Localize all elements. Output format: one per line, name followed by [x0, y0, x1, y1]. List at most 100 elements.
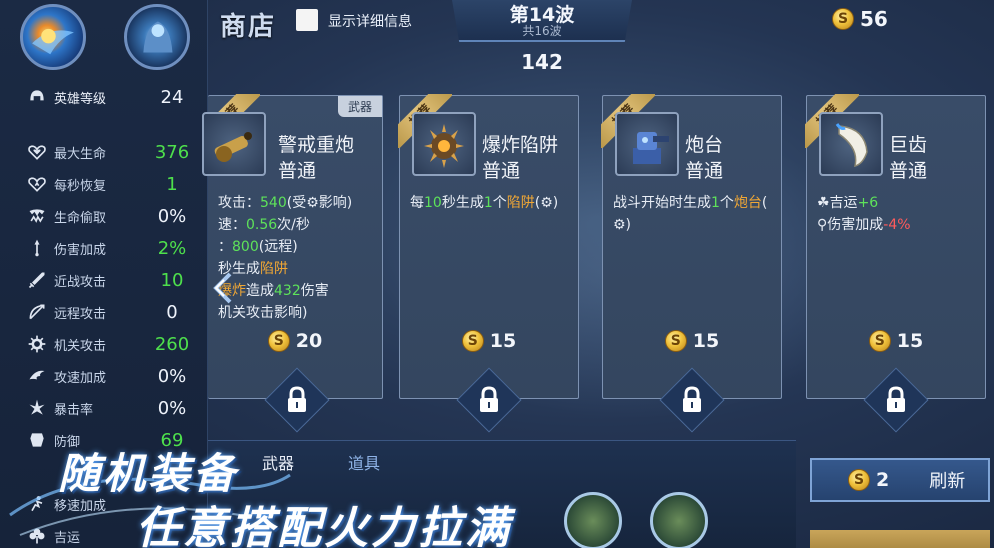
item-name: 炮台 — [685, 134, 724, 156]
coin-icon: S — [832, 8, 854, 30]
stat-value: 24 — [160, 86, 184, 108]
inventory-slot[interactable] — [564, 492, 622, 548]
shop-item-card[interactable]: 推荐巨齿普通☘吉运+6⚲伤害加成-4%S15 — [805, 94, 986, 433]
desc-segment: 0.56 — [246, 217, 278, 233]
stat-row: 伤害加成 2% — [26, 235, 196, 261]
stat-value: 0 — [166, 301, 178, 323]
desc-segment: (远程) — [258, 239, 298, 255]
item-name: 巨齿 — [889, 134, 928, 156]
desc-segment: 1 — [483, 195, 493, 211]
desc-segment: 陷阱 — [260, 261, 288, 277]
stat-value: 0% — [157, 205, 187, 227]
desc-segment: 伤害 — [300, 283, 329, 299]
stat-value: 0% — [157, 365, 187, 387]
sword-icon — [26, 269, 48, 291]
chevron-left-icon — [213, 272, 232, 304]
wing-icon — [26, 365, 48, 387]
desc-line: 机关攻击影响) — [218, 302, 380, 324]
fang-item-icon — [819, 112, 883, 176]
bow-icon — [26, 301, 48, 323]
desc-segment: 攻击： — [218, 195, 260, 211]
stat-row: 每秒恢复 1 — [26, 171, 196, 197]
turret-icon — [615, 112, 679, 176]
companion-avatar[interactable] — [124, 4, 190, 70]
stat-label: 暴击率 — [54, 402, 94, 418]
desc-segment: 540 — [260, 195, 287, 211]
desc-segment: ⚙ — [306, 195, 319, 211]
desc-segment: ： — [218, 239, 232, 255]
desc-segment: 每 — [410, 195, 424, 211]
price-value: 20 — [295, 330, 323, 352]
desc-segment: 影响) — [318, 195, 353, 211]
desc-line: 战斗开始时生成1个炮台( — [613, 192, 775, 214]
fang-icon — [26, 205, 48, 227]
lock-icon — [288, 386, 306, 412]
coin-icon: S — [664, 330, 687, 352]
gold-display: S 56 — [832, 7, 888, 31]
item-price: S 15 — [603, 330, 781, 352]
item-price: S 15 — [400, 330, 578, 352]
desc-segment: ( — [761, 195, 768, 211]
desc-segment: 炮台 — [733, 195, 762, 211]
desc-line: 秒生成陷阱 — [218, 258, 380, 280]
price-value: 15 — [489, 330, 517, 352]
continue-button[interactable] — [810, 530, 990, 548]
item-rarity: 普通 — [685, 160, 724, 182]
shop-item-card[interactable]: 推荐炮台普通战斗开始时生成1个炮台(⚙)S15 — [601, 94, 782, 433]
collapse-panel-arrow[interactable] — [208, 266, 238, 310]
lock-icon — [887, 386, 905, 412]
price-value: 15 — [896, 330, 924, 352]
desc-segment: ☘吉运 — [817, 195, 858, 211]
desc-segment: 1 — [711, 195, 720, 211]
coin-icon: S — [868, 330, 891, 352]
tab-items[interactable]: 道具 — [348, 450, 380, 474]
shop-item-card[interactable]: 推荐武器警戒重炮普通攻击：540(受⚙影响)速：0.56次/秒：800(远程)秒… — [202, 94, 383, 433]
helmet-icon — [26, 86, 48, 108]
item-price: S 20 — [208, 330, 382, 352]
stat-value: 2% — [157, 237, 187, 259]
desc-segment: ⚲伤害加成 — [817, 217, 884, 233]
heart-regen-icon — [26, 173, 48, 195]
desc-segment: 造成 — [246, 283, 274, 299]
stat-label: 攻速加成 — [54, 370, 107, 386]
crit-icon — [26, 397, 48, 419]
stat-value: 10 — [160, 269, 184, 291]
item-description: 战斗开始时生成1个炮台( ⚙) — [613, 192, 775, 236]
item-description: 攻击：540(受⚙影响) 速：0.56次/秒 ：800(远程) 秒生成陷阱 爆炸造成43… — [218, 192, 380, 324]
stat-value: 1 — [166, 173, 178, 195]
detail-info-checkbox[interactable] — [296, 9, 318, 31]
inventory-slot[interactable] — [650, 492, 708, 548]
refresh-cost: 2 — [876, 469, 890, 491]
stat-label: 每秒恢复 — [54, 178, 107, 194]
desc-segment: 速： — [218, 217, 246, 233]
desc-segment: ⚙) — [613, 217, 632, 233]
desc-line: ⚙) — [613, 214, 775, 236]
stat-row: 机关攻击 260 — [26, 331, 196, 357]
item-rarity: 普通 — [889, 160, 928, 182]
promo-text-line2: 任意搭配火力拉满 — [136, 503, 512, 548]
item-description: ☘吉运+6 ⚲伤害加成-4% — [817, 192, 979, 236]
detail-info-label[interactable]: 显示详细信息 — [328, 11, 412, 31]
item-type-tag: 武器 — [337, 96, 382, 117]
armor-icon — [26, 429, 48, 451]
cannon-icon — [202, 112, 266, 176]
stat-label: 英雄等级 — [54, 91, 107, 107]
stat-row: 暴击率 0% — [26, 395, 196, 421]
shop-item-card[interactable]: 推荐爆炸陷阱普通每10秒生成1个陷阱(⚙)S15 — [398, 94, 579, 433]
desc-segment: +6 — [857, 195, 879, 211]
hero-avatar[interactable] — [20, 4, 86, 70]
desc-segment: 800 — [232, 239, 259, 255]
stat-label: 机关攻击 — [54, 338, 107, 354]
stat-value: 0% — [157, 397, 187, 419]
coin-icon: S — [848, 469, 870, 491]
desc-line: 每10秒生成1个陷阱(⚙) — [410, 192, 572, 214]
stat-row: 最大生命 376 — [26, 139, 196, 165]
stat-label: 最大生命 — [54, 146, 107, 162]
item-description: 每10秒生成1个陷阱(⚙) — [410, 192, 572, 214]
stat-label: 伤害加成 — [54, 242, 107, 258]
lock-icon — [683, 386, 701, 412]
refresh-button[interactable]: S 2 刷新 — [810, 458, 990, 502]
stat-value: 260 — [154, 333, 190, 355]
price-value: 15 — [692, 330, 720, 352]
coin-icon: S — [461, 330, 484, 352]
